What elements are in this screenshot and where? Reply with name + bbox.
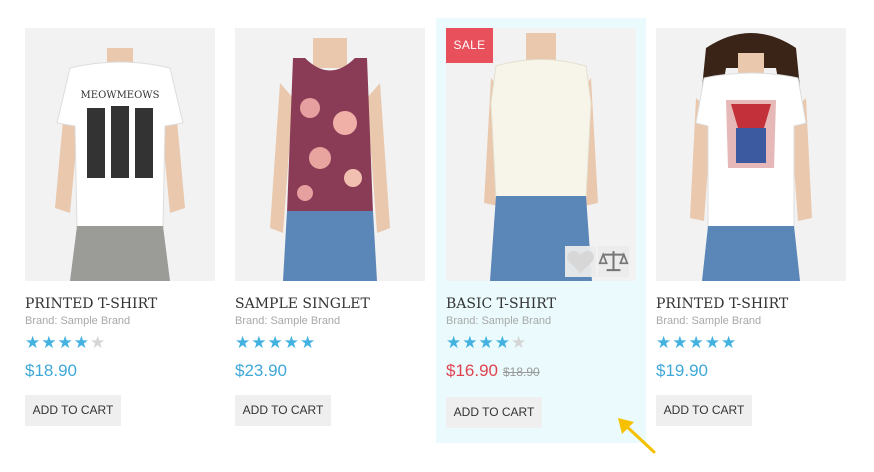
rating-stars: ★ ★ ★ ★ ★ xyxy=(446,333,527,352)
svg-text:MEOWMEOWS: MEOWMEOWS xyxy=(81,90,160,101)
star-icon: ★ xyxy=(235,333,251,352)
product-grid: MEOWMEOWS PRINTED T-SHIRT Brand: Sample … xyxy=(0,0,874,472)
star-icon: ★ xyxy=(300,333,316,352)
star-icon: ★ xyxy=(283,333,299,352)
heart-icon xyxy=(567,250,594,274)
product-brand: Brand: Sample Brand xyxy=(446,315,552,327)
star-icon: ★ xyxy=(251,333,267,352)
product-old-price: $18.90 xyxy=(503,365,540,379)
star-icon: ★ xyxy=(73,333,89,352)
star-icon: ★ xyxy=(656,333,672,352)
product-card[interactable]: SAMPLE SINGLET Brand: Sample Brand ★ ★ ★… xyxy=(225,18,435,443)
add-to-cart-button[interactable]: ADD TO CART xyxy=(25,395,121,426)
product-sale-price: $16.90 xyxy=(446,361,498,380)
product-image-graphic: MEOWMEOWS xyxy=(25,28,215,281)
product-brand: Brand: Sample Brand xyxy=(656,315,762,327)
product-card[interactable]: MEOWMEOWS PRINTED T-SHIRT Brand: Sample … xyxy=(15,18,225,443)
star-icon: ★ xyxy=(462,333,478,352)
star-icon: ★ xyxy=(478,333,494,352)
product-title[interactable]: BASIC T-SHIRT xyxy=(446,296,556,312)
star-empty-icon: ★ xyxy=(90,333,106,352)
product-brand: Brand: Sample Brand xyxy=(25,315,131,327)
star-icon: ★ xyxy=(25,333,41,352)
product-card-highlighted[interactable]: SALE BASIC T-SHIRT Brand: Sample Brand ★ xyxy=(436,18,646,443)
sale-badge: SALE xyxy=(446,28,493,63)
rating-stars: ★ ★ ★ ★ ★ xyxy=(656,333,737,352)
star-icon: ★ xyxy=(688,333,704,352)
product-image[interactable]: MEOWMEOWS xyxy=(25,28,215,281)
star-icon: ★ xyxy=(446,333,462,352)
star-icon: ★ xyxy=(267,333,283,352)
add-to-cart-button[interactable]: ADD TO CART xyxy=(235,395,331,426)
product-price: $23.90 xyxy=(235,361,287,380)
product-image-graphic xyxy=(235,28,425,281)
product-image-graphic xyxy=(656,28,846,281)
compare-button[interactable] xyxy=(598,246,629,277)
product-card[interactable]: PRINTED T-SHIRT Brand: Sample Brand ★ ★ … xyxy=(646,18,856,443)
product-image[interactable]: SALE xyxy=(446,28,636,281)
star-icon: ★ xyxy=(672,333,688,352)
star-empty-icon: ★ xyxy=(511,333,527,352)
product-price: $18.90 xyxy=(25,361,77,380)
star-icon: ★ xyxy=(721,333,737,352)
wishlist-button[interactable] xyxy=(565,246,596,277)
product-title[interactable]: PRINTED T-SHIRT xyxy=(25,296,157,312)
star-icon: ★ xyxy=(494,333,510,352)
star-icon: ★ xyxy=(41,333,57,352)
add-to-cart-button[interactable]: ADD TO CART xyxy=(446,397,542,428)
product-price: $19.90 xyxy=(656,361,708,380)
add-to-cart-button[interactable]: ADD TO CART xyxy=(656,395,752,426)
scale-icon xyxy=(598,251,629,272)
star-icon: ★ xyxy=(704,333,720,352)
rating-stars: ★ ★ ★ ★ ★ xyxy=(25,333,106,352)
product-title[interactable]: PRINTED T-SHIRT xyxy=(656,296,788,312)
arrow-icon xyxy=(618,418,656,454)
product-title[interactable]: SAMPLE SINGLET xyxy=(235,296,370,312)
star-icon: ★ xyxy=(57,333,73,352)
rating-stars: ★ ★ ★ ★ ★ xyxy=(235,333,316,352)
product-brand: Brand: Sample Brand xyxy=(235,315,341,327)
product-image[interactable] xyxy=(235,28,425,281)
product-image[interactable] xyxy=(656,28,846,281)
